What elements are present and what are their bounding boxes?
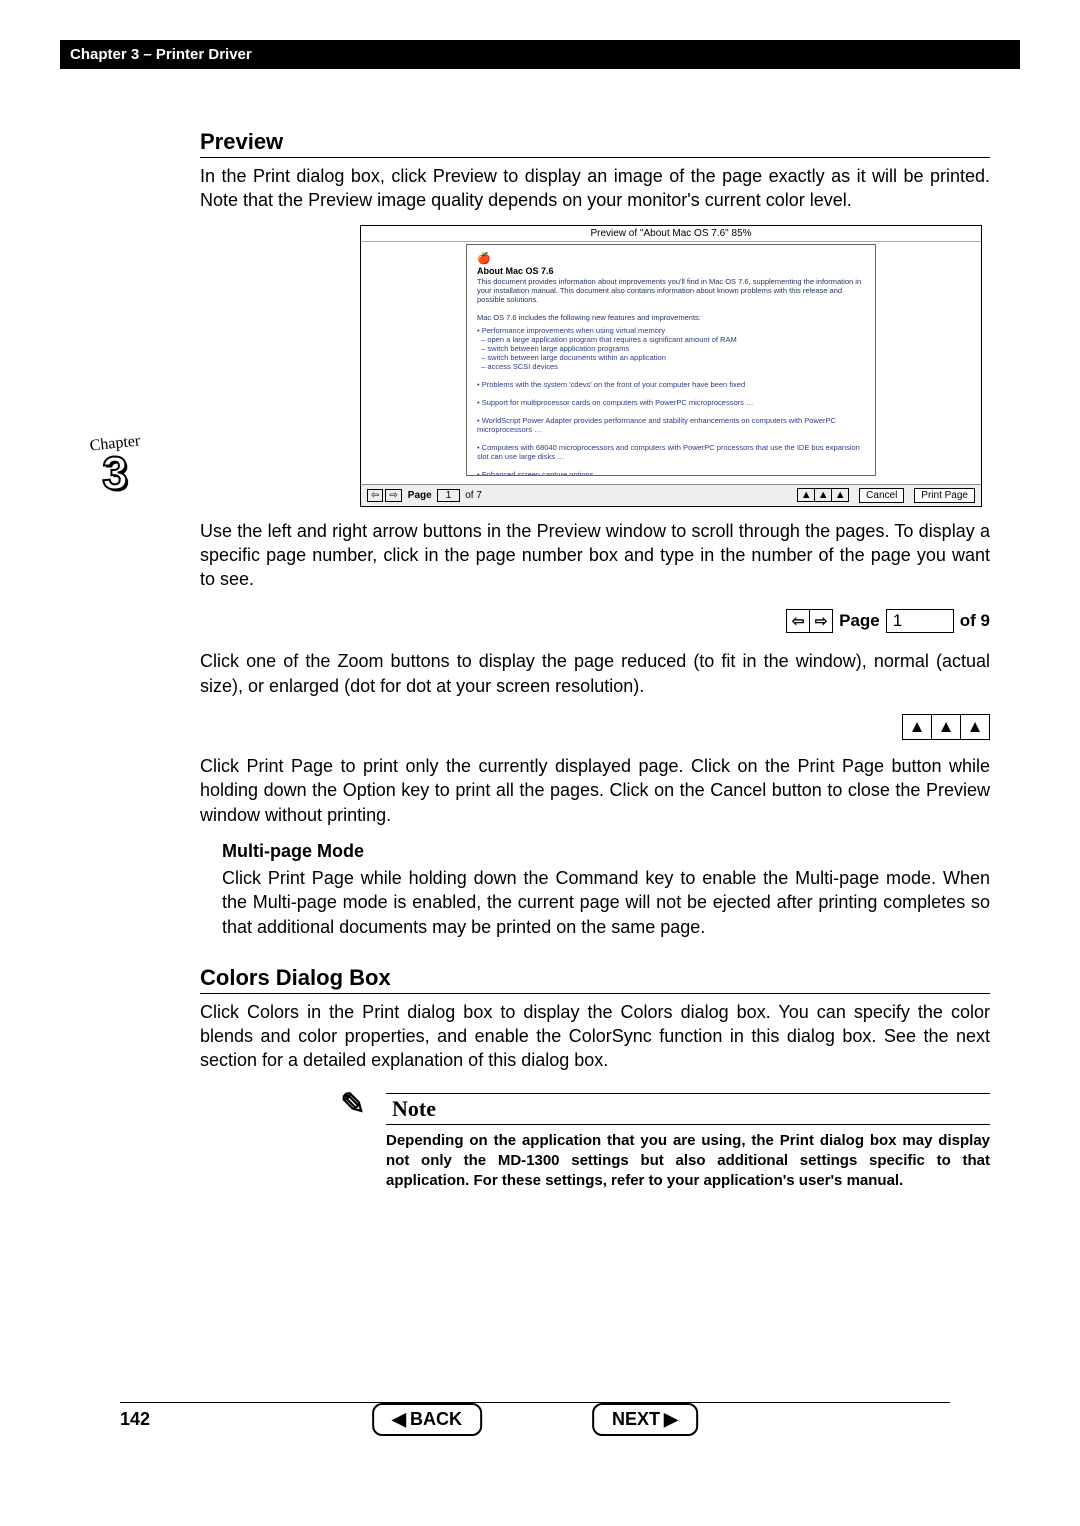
preview-navigation-text: Use the left and right arrow buttons in … bbox=[200, 519, 990, 592]
zoom-out-icon[interactable]: ▲ bbox=[798, 489, 814, 501]
cancel-button[interactable]: Cancel bbox=[859, 488, 904, 503]
chapter-tab: Chapter 3 bbox=[80, 435, 150, 520]
page-number: 142 bbox=[120, 1409, 150, 1430]
page-number-input[interactable]: 1 bbox=[886, 609, 954, 633]
zoom-control[interactable]: ▲ ▲ ▲ bbox=[902, 714, 990, 740]
preview-doc-heading: About Mac OS 7.6 bbox=[477, 266, 554, 276]
next-button[interactable]: NEXT ▶ bbox=[592, 1403, 698, 1436]
zoom-text: Click one of the Zoom buttons to display… bbox=[200, 649, 990, 698]
back-button[interactable]: ◀ BACK bbox=[372, 1403, 482, 1436]
preview-window: Preview of "About Mac OS 7.6" 85% 🍎 Abou… bbox=[360, 225, 982, 507]
zoom-in-icon[interactable]: ▲ bbox=[831, 489, 848, 501]
note-block: ✎ Note Depending on the application that… bbox=[330, 1085, 990, 1192]
preview-doc-text1: This document provides information about… bbox=[477, 277, 861, 304]
page-of-label: of 7 bbox=[465, 490, 482, 501]
multipage-text: Click Print Page while holding down the … bbox=[222, 866, 990, 939]
chapter-tab-number: 3 bbox=[80, 453, 150, 494]
page-next-icon[interactable]: ⇨ bbox=[809, 610, 832, 632]
page-navigator: ⇦ ⇨ Page 1 of 9 bbox=[786, 609, 990, 633]
preview-window-title: Preview of "About Mac OS 7.6" 85% bbox=[361, 226, 981, 242]
print-page-text: Click Print Page to print only the curre… bbox=[200, 754, 990, 827]
next-label: NEXT bbox=[612, 1409, 660, 1430]
back-label: BACK bbox=[410, 1409, 462, 1430]
zoom-actual-icon[interactable]: ▲ bbox=[931, 715, 960, 739]
next-page-arrow-icon[interactable]: ⇨ bbox=[385, 489, 401, 502]
colors-heading: Colors Dialog Box bbox=[200, 965, 990, 994]
zoom-buttons[interactable]: ▲ ▲ ▲ bbox=[797, 488, 849, 502]
zoom-enlarge-icon[interactable]: ▲ bbox=[960, 715, 989, 739]
zoom-normal-icon[interactable]: ▲ bbox=[814, 489, 831, 501]
note-icon: ✎ bbox=[330, 1085, 376, 1125]
preview-window-footer: ⇦ ⇨ Page 1 of 7 ▲ ▲ ▲ Cancel Print Page bbox=[361, 484, 981, 506]
print-page-button[interactable]: Print Page bbox=[914, 488, 975, 503]
page-label: Page bbox=[839, 611, 880, 631]
zoom-reduce-icon[interactable]: ▲ bbox=[903, 715, 931, 739]
page-label: Page bbox=[408, 490, 432, 501]
page-prev-icon[interactable]: ⇦ bbox=[787, 610, 809, 632]
preview-document-area: 🍎 About Mac OS 7.6 This document provide… bbox=[466, 244, 876, 476]
preview-doc-text2: Mac OS 7.6 includes the following new fe… bbox=[477, 313, 701, 322]
page-of: of 9 bbox=[960, 611, 990, 631]
note-label: Note bbox=[386, 1093, 990, 1125]
page-number-field[interactable]: 1 bbox=[437, 489, 461, 502]
page-footer: 142 ◀ BACK NEXT ▶ bbox=[120, 1402, 950, 1430]
multipage-heading: Multi-page Mode bbox=[222, 841, 990, 862]
prev-page-arrow-icon[interactable]: ⇦ bbox=[367, 489, 383, 502]
note-text: Depending on the application that you ar… bbox=[386, 1131, 990, 1192]
preview-heading: Preview bbox=[200, 129, 990, 158]
back-arrow-icon: ◀ bbox=[392, 1409, 406, 1430]
chapter-header: Chapter 3 – Printer Driver bbox=[60, 40, 1020, 69]
next-arrow-icon: ▶ bbox=[664, 1409, 678, 1430]
preview-intro: In the Print dialog box, click Preview t… bbox=[200, 164, 990, 213]
colors-text: Click Colors in the Print dialog box to … bbox=[200, 1000, 990, 1073]
